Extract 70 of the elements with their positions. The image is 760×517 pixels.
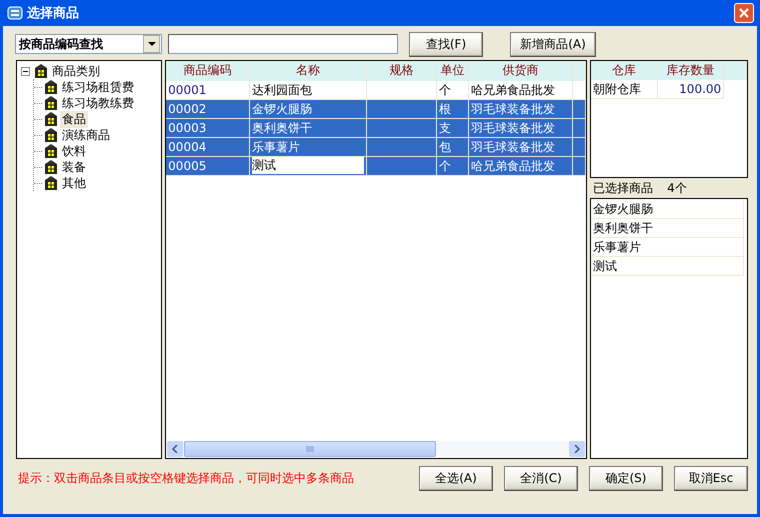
list-item[interactable]: 金锣火腿肠: [591, 200, 744, 219]
dropdown-arrow-icon: [148, 42, 156, 46]
house-icon: [42, 143, 60, 159]
search-field[interactable]: [168, 34, 398, 54]
table-cell: 100.00: [658, 80, 724, 99]
column-header[interactable]: 单位: [437, 61, 470, 81]
dialog-button[interactable]: 全消(C): [504, 466, 578, 490]
scroll-left-icon: [172, 445, 178, 453]
close-icon: [738, 7, 750, 19]
table-row[interactable]: 00004 乐事薯片 包 羽毛球装备批发: [166, 138, 586, 157]
table-cell: 00002: [166, 100, 250, 119]
table-cell: 支: [437, 119, 470, 138]
table-cell: 羽毛球装备批发: [469, 119, 574, 138]
tree-item[interactable]: 演练商品: [60, 126, 112, 144]
column-header[interactable]: 名称: [250, 61, 368, 81]
table-cell: 哈兄弟食品批发: [469, 157, 574, 176]
find-button[interactable]: 查找(F): [409, 32, 483, 56]
add-product-button[interactable]: 新增商品(A): [510, 32, 596, 56]
table-cell: 根: [437, 100, 470, 119]
table-cell: 金锣火腿肠: [250, 100, 368, 119]
column-header[interactable]: 规格: [367, 61, 438, 81]
table-cell: 00004: [166, 138, 250, 157]
column-header[interactable]: 供货商: [469, 61, 574, 81]
tree-item[interactable]: 饮料: [60, 142, 88, 160]
table-cell: 羽毛球装备批发: [469, 100, 574, 119]
table-row[interactable]: 00003 奥利奥饼干 支 羽毛球装备批发: [166, 119, 586, 138]
column-header[interactable]: 商品编码: [166, 61, 250, 81]
table-cell: 奥利奥饼干: [250, 119, 368, 138]
tree-item[interactable]: 练习场租赁费: [60, 78, 136, 96]
house-icon: [42, 111, 60, 127]
dialog-button[interactable]: 取消Esc: [674, 466, 748, 490]
table-cell: 朝附仓库: [591, 80, 658, 99]
house-icon: [42, 175, 60, 191]
collapse-toggle[interactable]: [21, 66, 30, 76]
column-header[interactable]: 库存数量: [658, 61, 724, 80]
table-cell: 包: [437, 138, 470, 157]
dialog-button[interactable]: 确定(S): [589, 466, 663, 490]
column-header[interactable]: 仓库: [591, 61, 658, 80]
minus-icon: [23, 68, 28, 74]
grip-icon: [306, 446, 314, 452]
table-cell: 个: [437, 157, 470, 176]
house-icon: [42, 159, 60, 175]
app-icon: [7, 5, 23, 21]
table-row[interactable]: 00005 测试 个 哈兄弟食品批发: [166, 157, 586, 176]
house-icon: [42, 95, 60, 111]
tree-item[interactable]: 练习场教练费: [60, 94, 136, 112]
house-icon: [32, 63, 50, 79]
tree-item[interactable]: 装备: [60, 158, 88, 176]
tree-item[interactable]: 商品类别: [50, 62, 102, 80]
table-cell: 00005: [166, 157, 250, 176]
window-title: 选择商品: [27, 4, 80, 22]
scroll-right-icon: [574, 445, 580, 453]
list-item[interactable]: 测试: [591, 257, 744, 276]
list-item[interactable]: 奥利奥饼干: [591, 219, 744, 238]
table-cell: 羽毛球装备批发: [469, 138, 574, 157]
search-mode-dropdown[interactable]: 按商品编码查找: [15, 34, 162, 54]
list-item[interactable]: 乐事薯片: [591, 238, 744, 257]
table-cell: 乐事薯片: [250, 138, 368, 157]
tree-item[interactable]: 其他: [60, 174, 88, 192]
dialog-button[interactable]: 全选(A): [419, 466, 493, 490]
selected-products-label: 已选择商品: [593, 180, 654, 196]
table-cell: 00003: [166, 119, 250, 138]
selected-count: 4个: [667, 180, 687, 196]
table-row[interactable]: 00002 金锣火腿肠 根 羽毛球装备批发: [166, 100, 586, 119]
hint-text: 提示：双击商品条目或按空格键选择商品，可同时选中多条商品: [17, 470, 355, 486]
house-icon: [42, 127, 60, 143]
house-icon: [42, 79, 60, 95]
name-edit-field[interactable]: 测试: [252, 157, 364, 174]
close-button[interactable]: [734, 3, 754, 23]
tree-item[interactable]: 食品: [60, 110, 88, 128]
